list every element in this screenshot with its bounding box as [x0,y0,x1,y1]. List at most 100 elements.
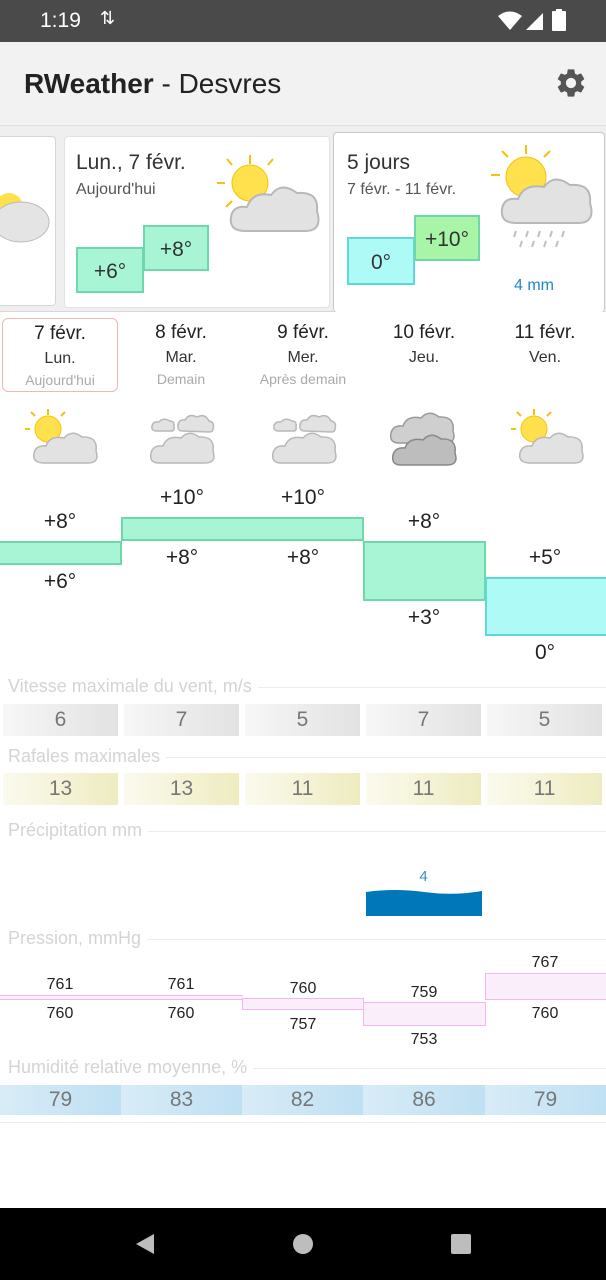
temp-low-2: +8° [286,546,320,569]
pressure-section-label: Pression, mmHg [8,928,148,949]
wind-cell-0: 6 [3,704,118,736]
today-card[interactable]: Lun., 7 févr. Aujourd'hui +6° +8° [64,136,330,308]
temp-low-4: 0° [534,641,556,664]
day-note: Demain [156,371,206,387]
day-date: 7 févr. [34,323,86,344]
cloudy-icon [271,414,337,464]
pressure-band-4 [485,973,606,1000]
sun-rain-cloud-icon [491,145,593,248]
pressure-bottom-2: 757 [289,1016,317,1033]
gust-cell-2: 11 [245,773,360,805]
temp-low-3: +3° [407,606,441,629]
today-high: +8° [159,238,193,261]
wind-cell-2: 5 [245,704,360,736]
day-weekday: Jeu. [408,349,440,366]
pressure-bottom-0: 760 [46,1005,74,1022]
precip-bar [366,890,482,916]
five-days-card[interactable]: 5 jours 7 févr. - 11 févr. 0° +10° 4 mm [333,132,605,312]
temp-band-0 [0,541,122,565]
home-circle-icon[interactable] [291,1232,315,1256]
wind-section-label: Vitesse maximale du vent, m/s [8,676,258,697]
status-bar: 1:19 ⇅ [0,0,606,42]
pressure-top-0: 761 [46,976,74,993]
app-bar: RWeather - Desvres [0,42,606,126]
today-low: +6° [93,260,127,283]
pressure-top-1: 761 [167,976,195,993]
day-date: 8 févr. [155,322,207,343]
gear-icon[interactable] [554,66,588,100]
temp-high-2: +10° [280,486,326,509]
humidity-cell-4: 79 [485,1085,606,1115]
five-days-high: +10° [424,228,470,251]
precip-section-label: Précipitation mm [8,820,149,841]
sync-icon: ⇅ [100,8,116,28]
pressure-top-2: 760 [289,980,317,997]
pressure-band-0 [0,995,122,1000]
day-weekday: Ven. [528,349,562,366]
partly-cloudy-icon [511,409,584,464]
temp-band-3 [363,541,486,601]
temp-high-0: +8° [43,510,77,533]
cloudy-icon [149,414,215,464]
gust-cell-4: 11 [487,773,602,805]
location-name: Desvres [178,68,282,99]
day-header-4[interactable]: 11 févr. Ven. [487,318,603,392]
five-days-range: 7 févr. - 11 févr. [347,181,457,198]
gust-cell-0: 13 [3,773,118,805]
summary-cards: Lun., 7 févr. Aujourd'hui +6° +8° 5 jour… [0,126,606,312]
partly-cloudy-icon [0,193,50,243]
pressure-band-3 [363,1002,486,1026]
day-date: 9 févr. [277,322,329,343]
today-sub: Aujourd'hui [76,181,156,198]
pressure-band-1 [121,995,243,1000]
precip-value: 4 [419,868,428,885]
today-date: Lun., 7 févr. [76,151,186,174]
back-triangle-icon[interactable] [132,1232,156,1256]
humidity-section-label: Humidité relative moyenne, % [8,1057,254,1078]
humidity-cell-1: 83 [121,1085,242,1115]
today-high-box: +8° [143,225,209,271]
app-name: RWeather [24,68,154,99]
temp-band-1-2 [121,517,364,541]
gusts-section-label: Rafales maximales [8,746,167,767]
day-header-0[interactable]: 7 févr. Lun. Aujourd'hui [2,318,118,392]
five-days-high-box: +10° [414,215,480,261]
five-days-precip: 4 mm [514,277,554,294]
five-days-title: 5 jours [347,151,411,174]
gust-cell-1: 13 [124,773,239,805]
day-date: 10 févr. [392,322,456,343]
partly-cloudy-icon [217,155,320,232]
pressure-band-2 [242,998,364,1010]
pressure-bottom-1: 760 [167,1005,195,1022]
wifi-icon [498,11,522,30]
title-separator: - [153,68,179,99]
overcast-icon [389,412,457,466]
temp-high-3: +8° [407,510,441,533]
day-weekday: Lun. [44,350,76,367]
bottom-divider [0,1122,606,1123]
temp-high-4: +5° [528,546,562,569]
today-low-box: +6° [76,247,144,293]
humidity-cell-3: 86 [363,1085,485,1115]
page-title: RWeather - Desvres [24,68,281,100]
pressure-bottom-3: 753 [410,1031,438,1048]
temp-low-1: +8° [165,546,199,569]
status-time: 1:19 [40,9,81,32]
temp-band-4 [485,577,606,636]
day-header-2[interactable]: 9 févr. Mer. Après demain [245,318,361,392]
previous-card[interactable] [0,136,56,306]
humidity-cell-0: 79 [0,1085,121,1115]
gust-cell-3: 11 [366,773,481,805]
navigation-bar [0,1208,606,1280]
temp-high-1: +10° [159,486,205,509]
temp-low-0: +6° [43,570,77,593]
day-header-1[interactable]: 8 févr. Mar. Demain [123,318,239,392]
pressure-bottom-4: 760 [531,1005,559,1022]
recents-square-icon[interactable] [449,1232,473,1256]
humidity-cell-2: 82 [242,1085,363,1115]
day-header-3[interactable]: 10 févr. Jeu. [366,318,482,392]
day-date: 11 févr. [514,322,576,343]
wind-cell-3: 7 [366,704,481,736]
day-weekday: Mar. [165,349,197,366]
signal-icon [526,13,543,30]
